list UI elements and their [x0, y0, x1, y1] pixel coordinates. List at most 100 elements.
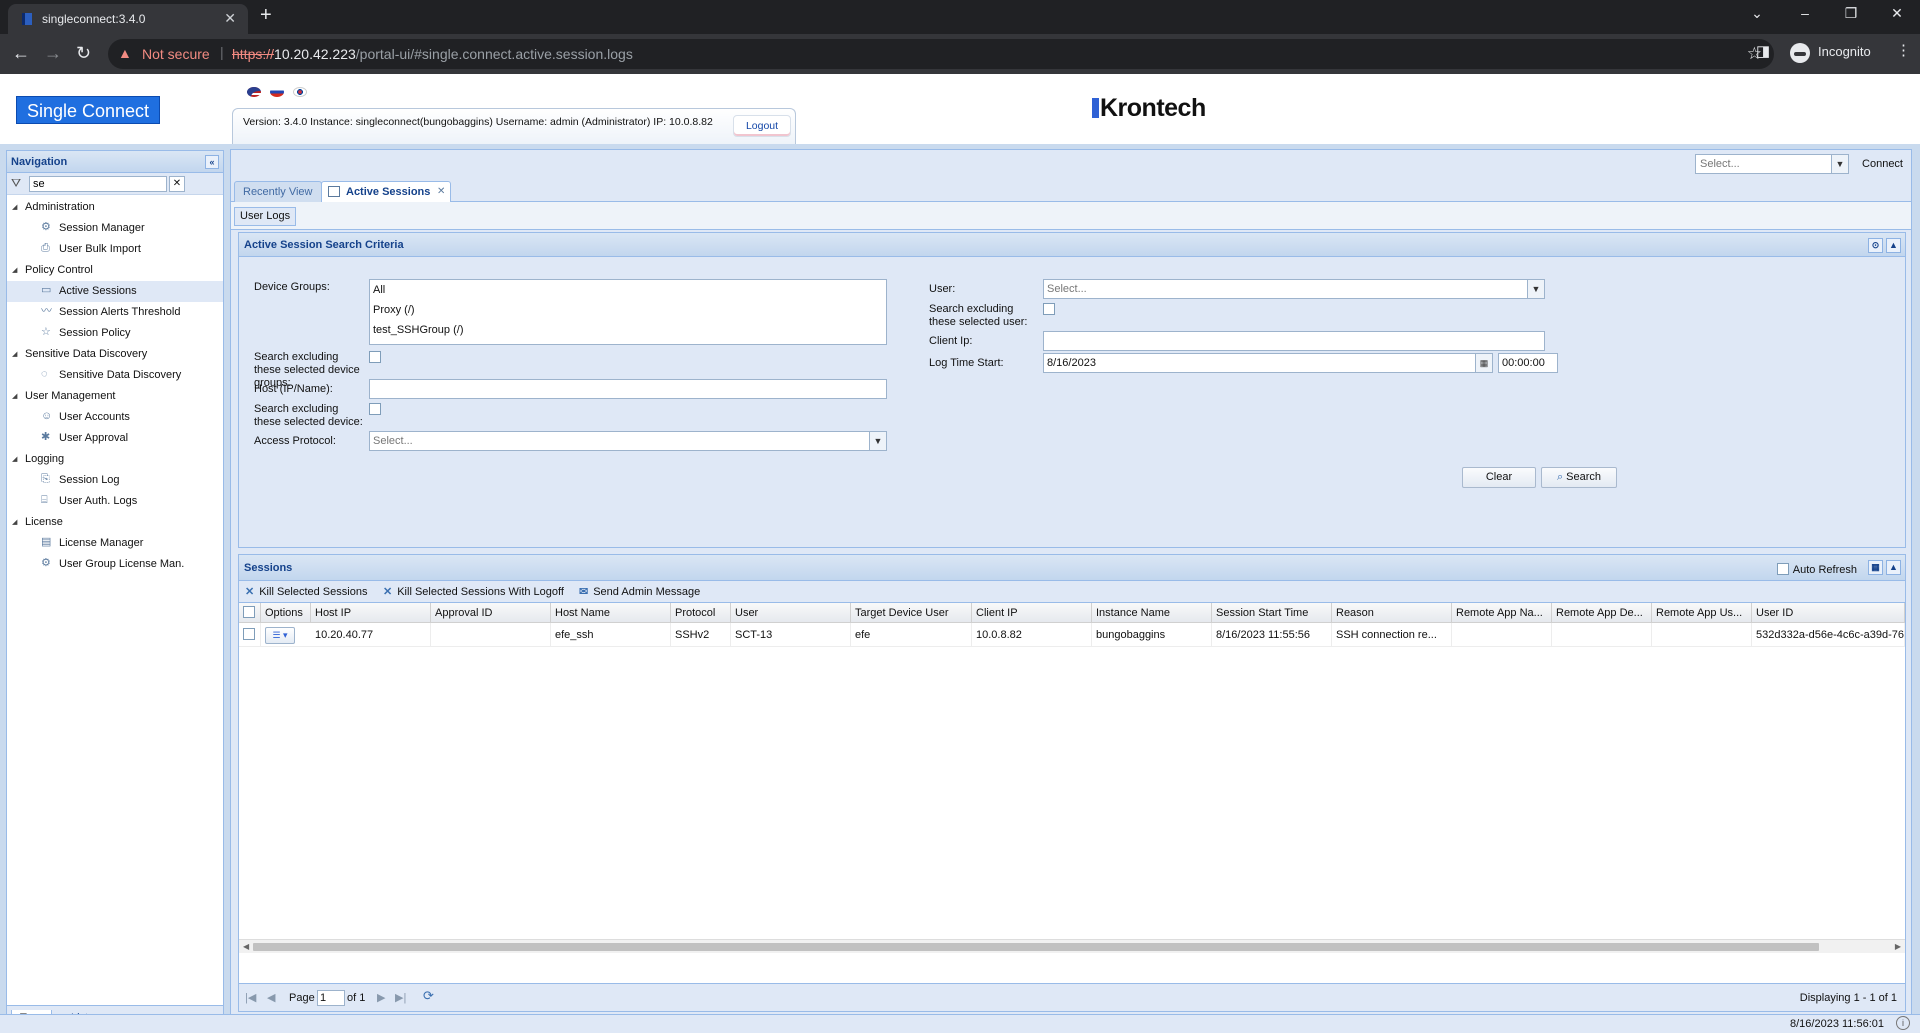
auto-refresh-checkbox[interactable]: [1776, 563, 1789, 575]
row-options-menu-button[interactable]: ☰ ▾: [265, 627, 295, 644]
search-button[interactable]: ⌕ Search: [1541, 467, 1617, 488]
column-header[interactable]: Reason: [1332, 603, 1452, 623]
device-groups-list[interactable]: All Proxy (/) test_SSHGroup (/): [369, 279, 887, 345]
tree-item-session-policy[interactable]: ☆ Session Policy: [7, 323, 223, 344]
tree-item-sensitive-data-discovery[interactable]: ◌ Sensitive Data Discovery: [7, 365, 223, 386]
refresh-icon[interactable]: ⟳: [423, 989, 434, 1003]
log-time-input[interactable]: 00:00:00: [1498, 353, 1558, 373]
close-tab-icon[interactable]: ✕: [224, 10, 236, 27]
minimize-icon[interactable]: –: [1790, 5, 1820, 21]
column-header[interactable]: Remote App Na...: [1452, 603, 1552, 623]
column-header[interactable]: Remote App De...: [1552, 603, 1652, 623]
tree-group-license[interactable]: License: [7, 512, 223, 533]
close-window-icon[interactable]: ✕: [1882, 5, 1912, 22]
client-ip-input[interactable]: [1043, 331, 1545, 351]
column-header[interactable]: Client IP: [972, 603, 1092, 623]
tree-item-license-manager[interactable]: ▤ License Manager: [7, 533, 223, 554]
column-header[interactable]: Approval ID: [431, 603, 551, 623]
page-input[interactable]: 1: [317, 990, 345, 1006]
device-group-option[interactable]: All: [370, 280, 886, 300]
collapse-nav-icon[interactable]: «: [205, 155, 219, 169]
tab-search-icon[interactable]: ⌄: [1742, 5, 1772, 22]
tree-group-logging[interactable]: Logging: [7, 449, 223, 470]
select-all-checkbox[interactable]: [243, 606, 255, 618]
table-row[interactable]: ☰ ▾ 10.20.40.77 efe_ssh SSHv2 SCT-13 efe…: [239, 623, 1905, 647]
tree-group-sensitive-data-discovery[interactable]: Sensitive Data Discovery: [7, 344, 223, 365]
tree-group-user-management[interactable]: User Management: [7, 386, 223, 407]
user-logs-button[interactable]: User Logs: [234, 207, 297, 226]
log-date-input[interactable]: 8/16/2023 ▦: [1043, 353, 1493, 373]
tab-active-sessions[interactable]: Active Sessions ✕: [321, 181, 452, 203]
tree-item-session-log[interactable]: ⎘ Session Log: [7, 470, 223, 491]
host-input[interactable]: [369, 379, 887, 399]
chevron-down-icon[interactable]: ▼: [1527, 280, 1544, 298]
calendar-icon[interactable]: ▦: [1475, 354, 1492, 372]
connect-select[interactable]: Select... ▼: [1695, 154, 1849, 174]
auto-refresh-toggle[interactable]: Auto Refresh: [1776, 561, 1857, 577]
column-header[interactable]: Session Start Time: [1212, 603, 1332, 623]
tree-item-session-manager[interactable]: ⚙ Session Manager: [7, 218, 223, 239]
first-page-icon[interactable]: |◀: [245, 991, 256, 1005]
column-header[interactable]: Host Name: [551, 603, 671, 623]
column-header[interactable]: Instance Name: [1092, 603, 1212, 623]
next-page-icon[interactable]: ▶: [377, 991, 385, 1005]
exclude-device-checkbox[interactable]: [369, 403, 381, 415]
tree-item-user-approval[interactable]: ✱ User Approval: [7, 428, 223, 449]
logout-button[interactable]: Logout: [733, 115, 791, 137]
tree-item-user-bulk-import[interactable]: ⎙ User Bulk Import: [7, 239, 223, 260]
chevron-down-icon[interactable]: ▼: [1831, 155, 1848, 173]
connect-button[interactable]: Connect: [1862, 158, 1903, 170]
column-header[interactable]: Options: [261, 603, 311, 623]
last-page-icon[interactable]: ▶|: [395, 991, 406, 1005]
tree-item-user-group-license[interactable]: ⚙ User Group License Man.: [7, 554, 223, 575]
side-panel-icon[interactable]: ◨: [1756, 42, 1770, 60]
reload-icon[interactable]: ↻: [76, 43, 91, 64]
address-bar[interactable]: ▲ Not secure | https://10.20.42.223/port…: [108, 39, 1774, 69]
scroll-right-icon[interactable]: ▶: [1895, 940, 1901, 954]
horizontal-scrollbar[interactable]: ◀ ▶: [239, 939, 1905, 953]
restore-icon[interactable]: ❐: [1836, 5, 1866, 22]
browser-menu-icon[interactable]: ⋮: [1896, 41, 1911, 59]
tree-group-policy-control[interactable]: Policy Control: [7, 260, 223, 281]
kill-sessions-button[interactable]: ✕ Kill Selected Sessions: [245, 585, 367, 599]
exclude-user-checkbox[interactable]: [1043, 303, 1055, 315]
clear-filter-icon[interactable]: ✕: [169, 176, 185, 192]
column-header[interactable]: Target Device User: [851, 603, 972, 623]
tree-item-user-accounts[interactable]: ☺ User Accounts: [7, 407, 223, 428]
tree-item-user-auth-logs[interactable]: ⌸ User Auth. Logs: [7, 491, 223, 512]
column-header[interactable]: Protocol: [671, 603, 731, 623]
protocol-select[interactable]: Select... ▼: [369, 431, 887, 451]
clear-button[interactable]: Clear: [1462, 467, 1536, 488]
tree-item-session-alerts-threshold[interactable]: 〰 Session Alerts Threshold: [7, 302, 223, 323]
tree-group-administration[interactable]: Administration: [7, 197, 223, 218]
row-checkbox[interactable]: [243, 628, 255, 640]
device-group-option[interactable]: Proxy (/): [370, 300, 886, 320]
info-icon[interactable]: i: [1896, 1016, 1910, 1030]
chevron-down-icon[interactable]: ▼: [869, 432, 886, 450]
forward-icon[interactable]: →: [44, 43, 62, 64]
send-admin-message-button[interactable]: ✉ Send Admin Message: [579, 585, 700, 599]
scrollbar-thumb[interactable]: [253, 943, 1819, 951]
russian-flag-icon[interactable]: [270, 87, 285, 97]
collapse-up-icon[interactable]: ▲: [1886, 238, 1901, 253]
collapse-up-icon[interactable]: ▲: [1886, 560, 1901, 575]
kill-sessions-logoff-button[interactable]: ✕ Kill Selected Sessions With Logoff: [383, 585, 564, 599]
korean-flag-icon[interactable]: [293, 87, 308, 97]
incognito-icon[interactable]: [1790, 43, 1810, 63]
not-secure-label[interactable]: Not secure: [142, 46, 210, 62]
incognito-label[interactable]: Incognito: [1818, 44, 1871, 59]
browser-tab[interactable]: singleconnect:3.4.0 ✕: [8, 4, 248, 34]
user-select[interactable]: Select... ▼: [1043, 279, 1545, 299]
tab-recently-view[interactable]: Recently View: [234, 181, 322, 202]
scroll-left-icon[interactable]: ◀: [243, 940, 249, 954]
close-tab-icon[interactable]: ✕: [437, 182, 445, 202]
back-icon[interactable]: ←: [12, 43, 30, 64]
single-connect-logo[interactable]: Single Connect: [16, 96, 160, 124]
exclude-groups-checkbox[interactable]: [369, 351, 381, 363]
column-header[interactable]: User ID: [1752, 603, 1905, 623]
new-tab-button[interactable]: +: [260, 4, 272, 27]
help-icon[interactable]: ⊙: [1868, 238, 1883, 253]
column-header[interactable]: User: [731, 603, 851, 623]
tree-item-active-sessions[interactable]: ▭ Active Sessions: [7, 281, 223, 302]
prev-page-icon[interactable]: ◀: [267, 991, 275, 1005]
